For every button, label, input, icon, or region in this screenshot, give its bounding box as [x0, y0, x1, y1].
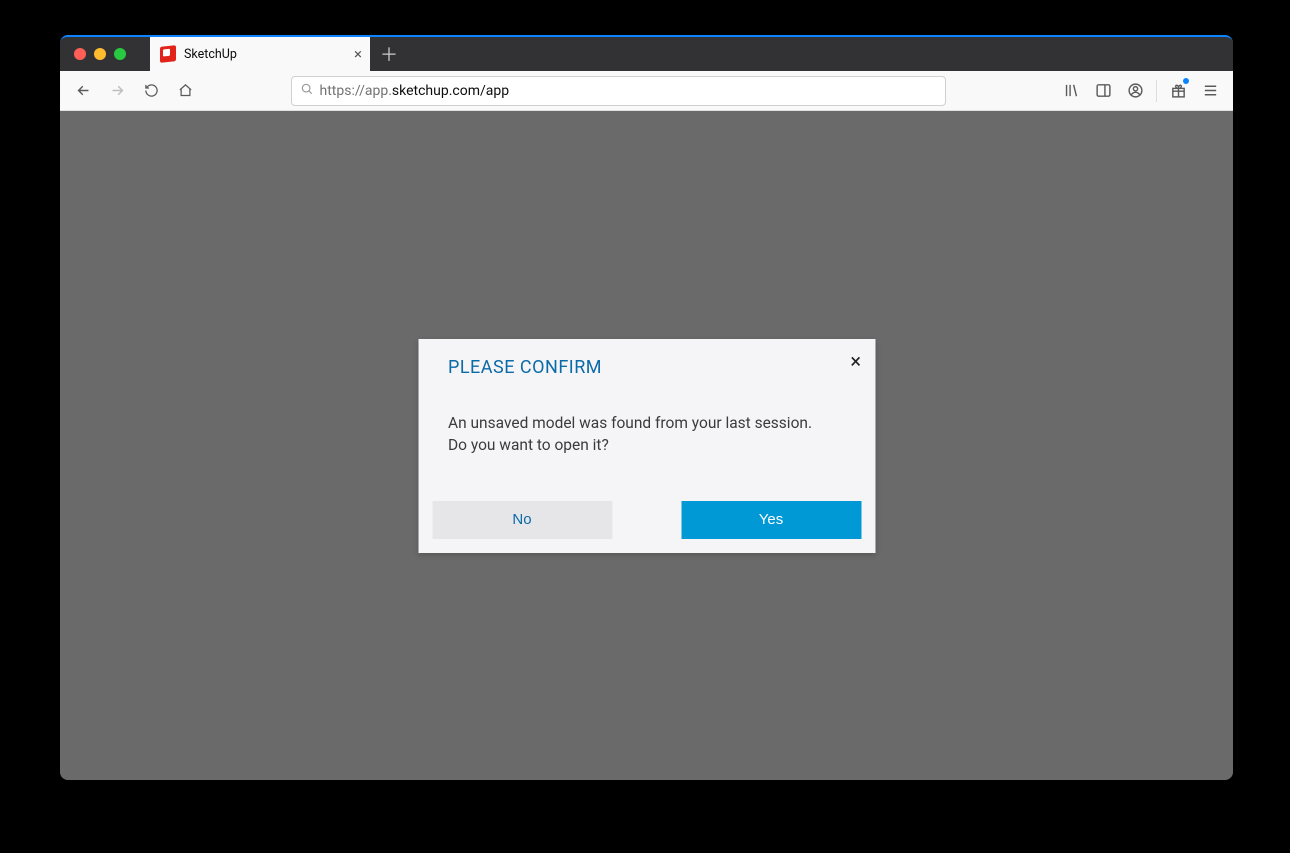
home-button[interactable]: [170, 76, 200, 106]
reload-button[interactable]: [136, 76, 166, 106]
library-button[interactable]: [1056, 76, 1086, 106]
address-bar[interactable]: https://app.sketchup.com/app: [291, 76, 946, 106]
yes-button[interactable]: Yes: [681, 501, 861, 539]
nav-forward-button: [102, 76, 132, 106]
arrow-right-icon: [109, 82, 126, 99]
window-zoom[interactable]: [114, 48, 126, 60]
tab-close-icon[interactable]: ×: [354, 47, 362, 62]
gift-icon: [1170, 82, 1187, 99]
window-close[interactable]: [74, 48, 86, 60]
browser-toolbar: https://app.sketchup.com/app: [60, 71, 1233, 111]
dialog-title: PLEASE CONFIRM: [448, 357, 845, 378]
tab-title: SketchUp: [184, 47, 237, 62]
hamburger-icon: [1202, 82, 1219, 99]
reload-icon: [144, 83, 159, 98]
arrow-left-icon: [75, 82, 92, 99]
dialog-message-line2: Do you want to open it?: [448, 436, 609, 454]
address-bar-container: https://app.sketchup.com/app: [204, 76, 1052, 106]
dialog-message: An unsaved model was found from your las…: [448, 412, 845, 457]
home-icon: [178, 83, 193, 98]
dialog-footer: No Yes: [432, 501, 861, 539]
whats-new-button[interactable]: [1163, 76, 1193, 106]
library-icon: [1063, 82, 1080, 99]
tab-sketchup[interactable]: SketchUp ×: [150, 37, 370, 71]
app-menu-button[interactable]: [1195, 76, 1225, 106]
page-viewport: × PLEASE CONFIRM An unsaved model was fo…: [60, 111, 1233, 780]
nav-back-button[interactable]: [68, 76, 98, 106]
browser-window: SketchUp × ＋ https://app.sketchup.com/ap…: [60, 35, 1233, 780]
dialog-close-icon[interactable]: ×: [850, 351, 861, 371]
window-controls: [74, 48, 126, 60]
confirm-dialog: × PLEASE CONFIRM An unsaved model was fo…: [418, 339, 875, 553]
sidebar-icon: [1095, 82, 1112, 99]
account-icon: [1127, 82, 1144, 99]
toolbar-divider: [1156, 80, 1157, 102]
toolbar-right: [1056, 76, 1225, 106]
search-icon: [300, 82, 314, 100]
new-tab-button[interactable]: ＋: [374, 39, 404, 69]
tab-strip: SketchUp × ＋: [60, 37, 1233, 71]
sketchup-favicon-icon: [160, 45, 176, 63]
sidebar-button[interactable]: [1088, 76, 1118, 106]
no-button[interactable]: No: [432, 501, 612, 539]
dialog-message-line1: An unsaved model was found from your las…: [448, 414, 812, 432]
account-button[interactable]: [1120, 76, 1150, 106]
url-text: https://app.sketchup.com/app: [320, 83, 510, 99]
window-minimize[interactable]: [94, 48, 106, 60]
